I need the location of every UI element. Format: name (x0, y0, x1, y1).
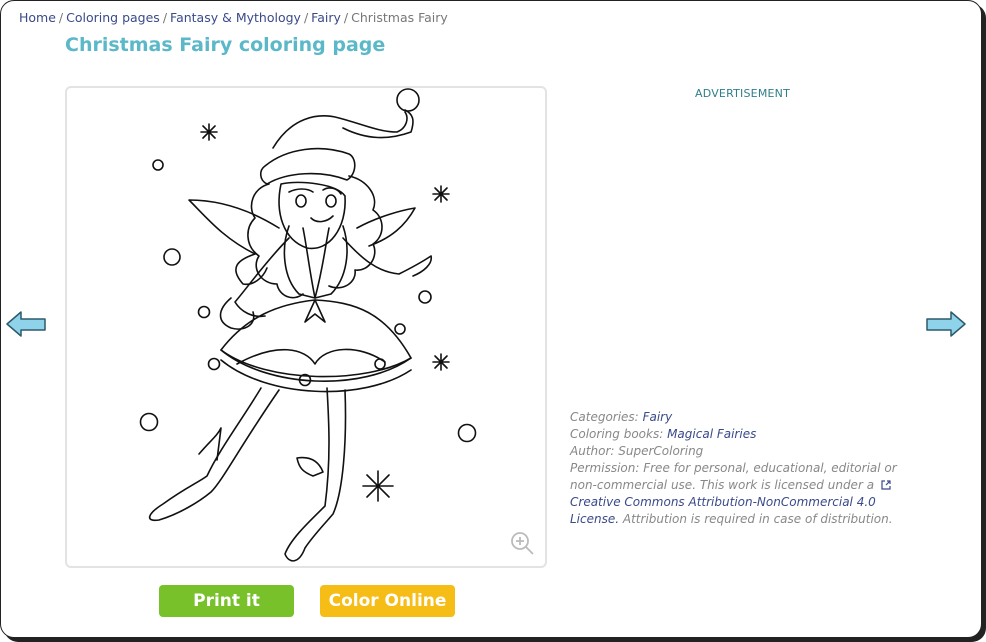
color-online-button[interactable]: Color Online (320, 585, 455, 617)
breadcrumb-home[interactable]: Home (19, 10, 56, 25)
coloring-books-label: Coloring books: (570, 427, 664, 441)
permission-text: Permission: Free for personal, education… (570, 461, 897, 492)
categories-label: Categories: (570, 410, 639, 424)
coloring-books-row: Coloring books: Magical Fairies (570, 426, 905, 443)
breadcrumb: Home / Coloring pages / Fantasy & Mythology /… (19, 10, 448, 25)
snowflake-icon (432, 353, 450, 371)
left-arrow-icon[interactable] (5, 310, 47, 338)
fairy-line-art (139, 88, 477, 562)
coloring-image[interactable] (65, 86, 547, 568)
permission-row: Permission: Free for personal, education… (570, 460, 905, 528)
snowflake-icon (432, 185, 450, 203)
right-arrow-icon[interactable] (925, 310, 967, 338)
snowflake-icon (362, 470, 394, 502)
advertisement-label: ADVERTISEMENT (695, 87, 791, 100)
category-link-fairy[interactable]: Fairy (643, 410, 673, 424)
print-button[interactable]: Print it (159, 585, 294, 617)
breadcrumb-separator: / (343, 10, 349, 25)
zoom-in-icon[interactable] (509, 530, 535, 556)
breadcrumb-separator: / (303, 10, 309, 25)
attribution-text: Attribution is required in case of distr… (622, 512, 893, 526)
coloring-book-link[interactable]: Magical Fairies (667, 427, 756, 441)
categories-row: Categories: Fairy (570, 409, 905, 426)
author-row: Author: SuperColoring (570, 444, 704, 458)
page-frame: Home / Coloring pages / Fantasy & Mythology /… (0, 0, 982, 638)
external-link-icon (881, 480, 891, 490)
page-meta: Categories: Fairy Coloring books: Magica… (570, 409, 905, 528)
breadcrumb-separator: / (58, 10, 64, 25)
snowflake-icon (200, 123, 218, 141)
breadcrumb-coloring-pages[interactable]: Coloring pages (66, 10, 160, 25)
breadcrumb-fantasy-mythology[interactable]: Fantasy & Mythology (170, 10, 301, 25)
breadcrumb-fairy[interactable]: Fairy (311, 10, 341, 25)
page-title: Christmas Fairy coloring page (65, 34, 386, 56)
breadcrumb-current: Christmas Fairy (351, 10, 448, 25)
breadcrumb-separator: / (162, 10, 168, 25)
